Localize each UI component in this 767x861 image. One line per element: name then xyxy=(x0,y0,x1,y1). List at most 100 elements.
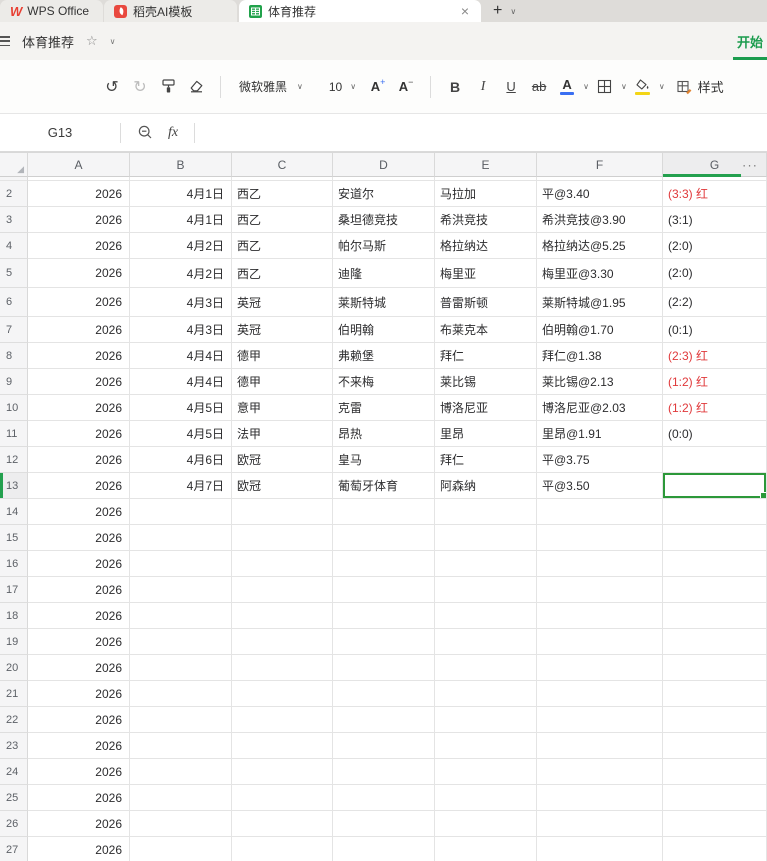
cell-C26[interactable] xyxy=(232,811,333,837)
cell-C24[interactable] xyxy=(232,759,333,785)
row-header-20[interactable]: 20 xyxy=(0,655,28,681)
cell-C5[interactable]: 西乙 xyxy=(232,259,333,288)
title-chevron-icon[interactable]: ∨ xyxy=(110,37,116,46)
cell-B27[interactable] xyxy=(130,837,232,861)
bold-button[interactable]: B xyxy=(443,73,467,101)
cell-B11[interactable]: 4月5日 xyxy=(130,421,232,447)
cell-D25[interactable] xyxy=(333,785,435,811)
cell-B8[interactable]: 4月4日 xyxy=(130,343,232,369)
row-header-21[interactable]: 21 xyxy=(0,681,28,707)
cell-A13[interactable]: 2026 xyxy=(28,473,130,499)
cell-styles-button[interactable]: 样式 xyxy=(677,77,724,96)
cell-C8[interactable]: 德甲 xyxy=(232,343,333,369)
increase-font-button[interactable]: A + xyxy=(366,73,390,101)
fill-color-button[interactable] xyxy=(631,73,655,101)
cell-G24[interactable] xyxy=(663,759,767,785)
cell-C13[interactable]: 欧冠 xyxy=(232,473,333,499)
row-header-26[interactable]: 26 xyxy=(0,811,28,837)
column-header-B[interactable]: B xyxy=(130,153,232,177)
cell-C2[interactable]: 西乙 xyxy=(232,181,333,207)
menu-icon[interactable] xyxy=(0,36,10,46)
cell-D22[interactable] xyxy=(333,707,435,733)
cell-A23[interactable]: 2026 xyxy=(28,733,130,759)
cell-A7[interactable]: 2026 xyxy=(28,317,130,343)
cell-A21[interactable]: 2026 xyxy=(28,681,130,707)
cell-A15[interactable]: 2026 xyxy=(28,525,130,551)
row-header-16[interactable]: 16 xyxy=(0,551,28,577)
cell-F23[interactable] xyxy=(537,733,663,759)
cell-A19[interactable]: 2026 xyxy=(28,629,130,655)
cell-E10[interactable]: 博洛尼亚 xyxy=(435,395,537,421)
row-header-18[interactable]: 18 xyxy=(0,603,28,629)
cell-B13[interactable]: 4月7日 xyxy=(130,473,232,499)
tab-list-chevron-icon[interactable]: ∨ xyxy=(510,7,516,16)
cell-D15[interactable] xyxy=(333,525,435,551)
cell-D21[interactable] xyxy=(333,681,435,707)
row-header-22[interactable]: 22 xyxy=(0,707,28,733)
row-header-23[interactable]: 23 xyxy=(0,733,28,759)
cell-A9[interactable]: 2026 xyxy=(28,369,130,395)
row-header-11[interactable]: 11 xyxy=(0,421,28,447)
cell-E17[interactable] xyxy=(435,577,537,603)
cell-A17[interactable]: 2026 xyxy=(28,577,130,603)
cell-E16[interactable] xyxy=(435,551,537,577)
cell-F15[interactable] xyxy=(537,525,663,551)
cell-A16[interactable]: 2026 xyxy=(28,551,130,577)
cell-D20[interactable] xyxy=(333,655,435,681)
window-tab-wps-office[interactable]: W WPS Office xyxy=(0,0,103,22)
cell-E24[interactable] xyxy=(435,759,537,785)
cell-F27[interactable] xyxy=(537,837,663,861)
cell-G25[interactable] xyxy=(663,785,767,811)
cell-G11[interactable]: (0:0) xyxy=(663,421,767,447)
cell-G20[interactable] xyxy=(663,655,767,681)
more-columns-icon[interactable]: ··· xyxy=(742,157,758,172)
cell-D2[interactable]: 安道尔 xyxy=(333,181,435,207)
cell-F18[interactable] xyxy=(537,603,663,629)
cell-B23[interactable] xyxy=(130,733,232,759)
cell-A3[interactable]: 2026 xyxy=(28,207,130,233)
cell-E21[interactable] xyxy=(435,681,537,707)
cell-G18[interactable] xyxy=(663,603,767,629)
cell-D16[interactable] xyxy=(333,551,435,577)
cell-A24[interactable]: 2026 xyxy=(28,759,130,785)
cell-E15[interactable] xyxy=(435,525,537,551)
cell-G8[interactable]: (2:3) 红 xyxy=(663,343,767,369)
cell-D9[interactable]: 不来梅 xyxy=(333,369,435,395)
cell-G6[interactable]: (2:2) xyxy=(663,288,767,317)
close-tab-icon[interactable]: × xyxy=(459,4,471,18)
row-header-13[interactable]: 13 xyxy=(0,473,28,499)
cell-B26[interactable] xyxy=(130,811,232,837)
cell-F14[interactable] xyxy=(537,499,663,525)
cell-C10[interactable]: 意甲 xyxy=(232,395,333,421)
cell-G15[interactable] xyxy=(663,525,767,551)
row-header-9[interactable]: 9 xyxy=(0,369,28,395)
cell-A22[interactable]: 2026 xyxy=(28,707,130,733)
cell-G9[interactable]: (1:2) 红 xyxy=(663,369,767,395)
window-tab-sports-doc[interactable]: 体育推荐 × xyxy=(239,0,481,22)
row-header-7[interactable]: 7 xyxy=(0,317,28,343)
cell-E11[interactable]: 里昂 xyxy=(435,421,537,447)
cell-A20[interactable]: 2026 xyxy=(28,655,130,681)
row-header-6[interactable]: 6 xyxy=(0,288,28,317)
cell-D4[interactable]: 帕尔马斯 xyxy=(333,233,435,259)
cell-F6[interactable]: 莱斯特城@1.95 xyxy=(537,288,663,317)
cell-C14[interactable] xyxy=(232,499,333,525)
cell-B12[interactable]: 4月6日 xyxy=(130,447,232,473)
borders-chevron-icon[interactable]: ∨ xyxy=(621,82,627,91)
cell-B14[interactable] xyxy=(130,499,232,525)
new-tab-button[interactable]: + xyxy=(493,3,502,19)
cell-C9[interactable]: 德甲 xyxy=(232,369,333,395)
cell-E19[interactable] xyxy=(435,629,537,655)
cell-D5[interactable]: 迪隆 xyxy=(333,259,435,288)
cell-B22[interactable] xyxy=(130,707,232,733)
cell-D10[interactable]: 克雷 xyxy=(333,395,435,421)
cell-A26[interactable]: 2026 xyxy=(28,811,130,837)
row-header-25[interactable]: 25 xyxy=(0,785,28,811)
cell-B10[interactable]: 4月5日 xyxy=(130,395,232,421)
cell-A6[interactable]: 2026 xyxy=(28,288,130,317)
column-header-F[interactable]: F xyxy=(537,153,663,177)
cell-D19[interactable] xyxy=(333,629,435,655)
row-header-24[interactable]: 24 xyxy=(0,759,28,785)
cell-D6[interactable]: 莱斯特城 xyxy=(333,288,435,317)
cell-E23[interactable] xyxy=(435,733,537,759)
